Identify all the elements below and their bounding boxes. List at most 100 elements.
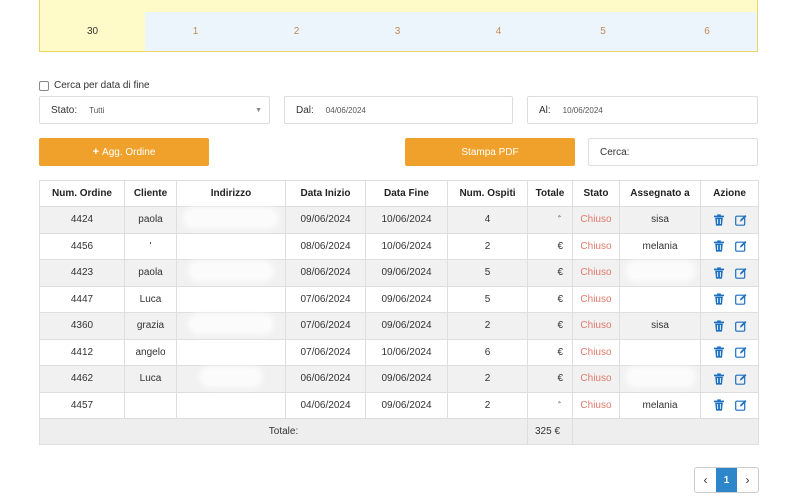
assigned-to [619, 259, 701, 287]
status-cell: Chiuso [572, 206, 620, 234]
table-row[interactable]: 4424 paola 09/06/2024 10/06/2024 4 ﾞ Chi… [39, 206, 759, 234]
calendar-day[interactable]: 5 [549, 12, 657, 51]
next-page-button[interactable]: › [737, 468, 758, 492]
table-row[interactable]: 4457 04/06/2024 09/06/2024 2 ﾞ Chiuso me… [39, 391, 759, 419]
dal-date-field[interactable]: Dal: 04/06/2024 [284, 96, 513, 124]
stato-select[interactable]: Stato: Tutti ▼ [39, 96, 270, 124]
client-name: Luca [124, 365, 177, 393]
chevron-down-icon: ▼ [255, 106, 262, 114]
start-date: 04/06/2024 [285, 391, 366, 419]
add-order-button[interactable]: + Agg. Ordine [39, 138, 209, 166]
address-cell [176, 338, 286, 366]
column-header[interactable]: Cliente [124, 180, 177, 207]
prev-page-button[interactable]: ‹ [695, 468, 716, 492]
client-name: ' [124, 232, 177, 260]
search-input[interactable]: Cerca: [588, 138, 758, 166]
total-cell: € [527, 285, 573, 313]
al-date-field[interactable]: Al: 10/06/2024 [527, 96, 758, 124]
end-date: 10/06/2024 [365, 338, 448, 366]
start-date: 07/06/2024 [285, 338, 366, 366]
al-value: 10/06/2024 [562, 105, 603, 115]
calendar-day[interactable]: 6 [657, 12, 757, 51]
guest-count: 2 [447, 232, 528, 260]
trash-icon[interactable] [713, 267, 725, 279]
table-row[interactable]: 4447 Luca 07/06/2024 09/06/2024 5 € Chiu… [39, 285, 759, 313]
end-date-checkbox[interactable] [39, 80, 49, 91]
end-date: 09/06/2024 [365, 312, 448, 340]
total-row-filler [572, 418, 759, 445]
trash-icon[interactable] [713, 214, 725, 226]
redacted-address [191, 316, 271, 333]
start-date: 09/06/2024 [285, 206, 366, 234]
dal-label: Dal: [296, 104, 314, 116]
trash-icon[interactable] [713, 373, 725, 385]
column-header[interactable]: Totale [527, 180, 573, 207]
table-row[interactable]: 4360 grazia 07/06/2024 09/06/2024 2 € Ch… [39, 312, 759, 340]
table-row[interactable]: 4412 angelo 07/06/2024 10/06/2024 6 € Ch… [39, 338, 759, 366]
actions-cell [700, 365, 759, 393]
edit-icon[interactable] [734, 346, 747, 359]
calendar-day[interactable]: 1 [145, 12, 246, 51]
trash-icon[interactable] [713, 240, 725, 252]
table-row[interactable]: 4456 ' 08/06/2024 10/06/2024 2 € Chiuso … [39, 232, 759, 260]
assigned-to [619, 285, 701, 313]
column-header[interactable]: Data Inizio [285, 180, 366, 207]
table-row[interactable]: 4423 paola 08/06/2024 09/06/2024 5 € Chi… [39, 259, 759, 287]
redacted-assignee [627, 263, 693, 280]
print-pdf-button[interactable]: Stampa PDF [405, 138, 575, 166]
guest-count: 5 [447, 285, 528, 313]
end-date: 10/06/2024 [365, 206, 448, 234]
column-header[interactable]: Stato [572, 180, 620, 207]
address-cell [176, 259, 286, 287]
order-number: 4360 [39, 312, 125, 340]
trash-icon[interactable] [713, 399, 725, 411]
column-header[interactable]: Num. Ordine [39, 180, 125, 207]
edit-icon[interactable] [734, 240, 747, 253]
guest-count: 2 [447, 312, 528, 340]
column-header: Azione [700, 180, 759, 207]
actions-cell [700, 391, 759, 419]
trash-icon[interactable] [713, 293, 725, 305]
edit-icon[interactable] [734, 373, 747, 385]
client-name: grazia [124, 312, 177, 340]
trash-icon[interactable] [713, 346, 725, 358]
address-cell [176, 391, 286, 419]
calendar-day[interactable]: 3 [347, 12, 448, 51]
edit-icon[interactable] [734, 293, 747, 306]
guest-count: 5 [447, 259, 528, 287]
edit-icon[interactable] [734, 267, 747, 279]
edit-icon[interactable] [734, 214, 747, 226]
end-date-checkbox-label: Cerca per data di fine [54, 80, 150, 91]
guest-count: 4 [447, 206, 528, 234]
column-header[interactable]: Num. Ospiti [447, 180, 528, 207]
total-cell: € [527, 365, 573, 393]
calendar-day[interactable]: 2 [246, 12, 347, 51]
end-date-search-option[interactable]: Cerca per data di fine [39, 80, 150, 91]
table-row[interactable]: 4462 Luca 06/06/2024 09/06/2024 2 € Chiu… [39, 365, 759, 393]
actions-cell [700, 232, 759, 260]
edit-icon[interactable] [734, 399, 747, 412]
total-value: 325 € [527, 418, 573, 445]
start-date: 06/06/2024 [285, 365, 366, 393]
page-1-button[interactable]: 1 [716, 468, 737, 492]
trash-icon[interactable] [713, 320, 725, 332]
redacted-address [191, 263, 271, 280]
end-date: 09/06/2024 [365, 391, 448, 419]
status-cell: Chiuso [572, 312, 620, 340]
order-number: 4456 [39, 232, 125, 260]
calendar-day[interactable]: 4 [448, 12, 549, 51]
calendar-strip: 30 1 2 3 4 5 6 [39, 0, 758, 52]
column-header[interactable]: Indirizzo [176, 180, 286, 207]
total-cell: € [527, 338, 573, 366]
column-header[interactable]: Data Fine [365, 180, 448, 207]
assigned-to [619, 365, 701, 393]
assigned-to: sisa [619, 312, 701, 340]
dal-value: 04/06/2024 [325, 105, 366, 115]
start-date: 08/06/2024 [285, 259, 366, 287]
column-header[interactable]: Assegnato a [619, 180, 701, 207]
calendar-days-row: 30 1 2 3 4 5 6 [40, 12, 757, 51]
address-cell [176, 312, 286, 340]
calendar-day-today[interactable]: 30 [40, 12, 145, 51]
order-number: 4412 [39, 338, 125, 366]
edit-icon[interactable] [734, 320, 747, 332]
